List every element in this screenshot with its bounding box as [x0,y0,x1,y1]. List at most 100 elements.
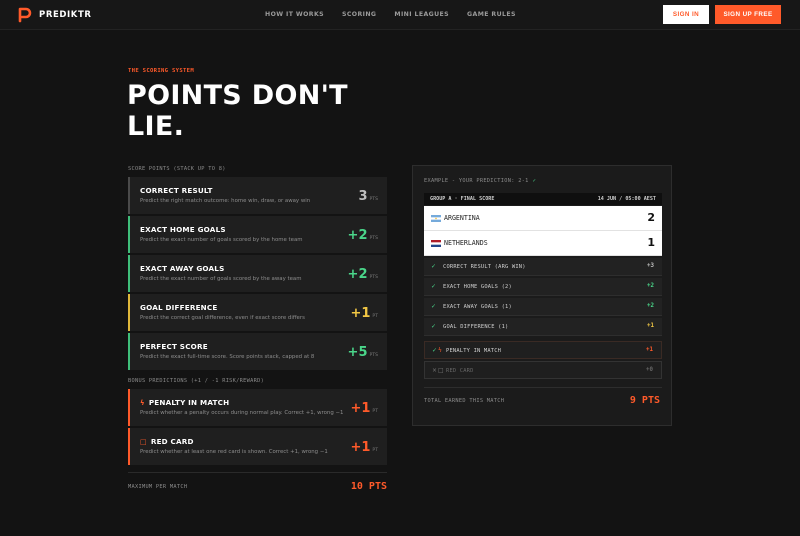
total-earned-label: TOTAL EARNED THIS MATCH [424,398,505,404]
check-icon: ✓ [432,347,438,354]
score-rule-points: +2 PTS [348,267,378,282]
example-label: EXAMPLE - YOUR PREDICTION: 2-1 ✓ [424,178,536,184]
score-rule-points: +5 PTS [348,345,378,360]
score-rule-card: CORRECT RESULT Predict the right match ou… [128,177,387,214]
sign-in-button[interactable]: SIGN IN [663,5,709,24]
points-unit: PTS [369,197,379,202]
points-unit: PT [372,314,378,319]
away-team-name: NETHERLANDS [444,239,488,247]
team-row-away: NETHERLANDS 1 [424,231,662,256]
sign-up-button[interactable]: SIGN UP FREE [715,5,781,24]
points-unit: PT [372,409,378,414]
result-row: ✓ GOAL DIFFERENCE (1) +1 [424,318,662,336]
points-value: +1 [350,306,371,321]
top-nav: PREDIKTR HOW IT WORKS SCORING MINI LEAGU… [0,0,800,30]
lightning-icon: ϟ [438,347,442,354]
logo-icon [18,7,32,23]
team-row-home: ARGENTINA 2 [424,206,662,231]
points-value: +2 [347,228,368,243]
total-earned-value: 9 PTS [629,395,660,406]
bonus-rule-card: ϟ PENALTY IN MATCH Predict whether a penal… [128,389,387,426]
points-value: +2 [347,267,368,282]
max-per-match-value: 10 PTS [350,481,387,492]
example-panel: EXAMPLE - YOUR PREDICTION: 2-1 ✓ GROUP A… [412,165,672,426]
points-unit: PTS [369,236,379,241]
points-unit: PTS [369,275,379,280]
section-eyebrow: THE SCORING SYSTEM [128,68,195,74]
points-unit: PT [372,448,378,453]
bonus-rule-title: □ RED CARD [140,437,194,446]
nav-links: HOW IT WORKS SCORING MINI LEAGUES GAME R… [265,11,516,18]
result-label: CORRECT RESULT (ARG WIN) [443,264,526,270]
points-value: +1 [350,440,371,455]
lightning-icon: ϟ [140,398,145,407]
score-rule-points: +2 PTS [348,228,378,243]
home-team-name: ARGENTINA [444,214,480,222]
bonus-result-points: +0 [646,367,653,373]
away-team-score: 1 [647,236,655,249]
nav-link-mini-leagues[interactable]: MINI LEAGUES [394,11,449,18]
result-points: +2 [647,303,654,309]
netherlands-flag-icon [431,240,441,247]
divider [424,387,662,388]
bonus-result-row: ✓ ϟ PENALTY IN MATCH +1 [424,341,662,359]
result-row: ✓ EXACT HOME GOALS (2) +2 [424,278,662,296]
score-rule-card: EXACT HOME GOALS Predict the exact number… [128,216,387,253]
score-rule-description: Predict the exact full-time score. Score… [140,354,315,360]
score-rule-title: GOAL DIFFERENCE [140,303,218,312]
bonus-rule-title: ϟ PENALTY IN MATCH [140,398,229,407]
match-datetime: 14 JUN / 05:00 AEST [597,196,656,202]
score-rule-card: PERFECT SCORE Predict the exact full-time… [128,333,387,370]
bonus-rule-points: +1 PT [350,401,378,416]
check-icon: ✓ [431,303,437,310]
bonus-result-row: × □ RED CARD +0 [424,361,662,379]
match-group-label: GROUP A · FINAL SCORE [430,196,495,202]
score-rule-description: Predict the exact number of goals scored… [140,276,302,282]
score-rule-card: GOAL DIFFERENCE Predict the correct goal … [128,294,387,331]
points-value: +5 [347,345,368,360]
card-icon: □ [140,437,147,446]
bonus-rule-description: Predict whether a penalty occurs during … [140,410,344,416]
score-rule-title: PERFECT SCORE [140,342,208,351]
score-rule-card: EXACT AWAY GOALS Predict the exact number… [128,255,387,292]
score-rule-points: +1 PT [350,306,378,321]
card-icon: □ [438,367,444,374]
score-section-label: SCORE POINTS (STACK UP TO 8) [128,166,226,172]
max-per-match-label: MAXIMUM PER MATCH [128,484,188,490]
score-rule-points: 3 PTS [358,189,378,204]
result-label: EXACT AWAY GOALS (1) [443,304,512,310]
score-rule-description: Predict the exact number of goals scored… [140,237,303,243]
example-label-text: EXAMPLE - YOUR PREDICTION: 2-1 [424,178,529,184]
result-points: +2 [647,283,654,289]
points-value: +1 [350,401,371,416]
match-header: GROUP A · FINAL SCORE 14 JUN / 05:00 AES… [424,193,662,205]
score-rule-description: Predict the correct goal difference, eve… [140,315,305,321]
logo[interactable]: PREDIKTR [17,6,92,23]
result-label: GOAL DIFFERENCE (1) [443,324,509,330]
result-points: +1 [647,323,654,329]
page-title: POINTS DON'T LIE. [127,80,348,142]
points-value: 3 [358,189,368,204]
bonus-rule-title-text: RED CARD [150,437,194,446]
check-icon: ✓ [532,178,537,184]
bonus-rule-card: □ RED CARD Predict whether at least one re… [128,428,387,465]
score-rule-description: Predict the right match outcome: home wi… [140,198,311,204]
score-rule-title: CORRECT RESULT [140,186,213,195]
nav-link-scoring[interactable]: SCORING [342,11,376,18]
nav-link-how-it-works[interactable]: HOW IT WORKS [265,11,324,18]
result-row: ✓ EXACT AWAY GOALS (1) +2 [424,298,662,316]
bonus-section-label: BONUS PREDICTIONS (+1 / -1 RISK/REWARD) [128,378,265,384]
result-points: +3 [647,263,654,269]
bonus-result-label: PENALTY IN MATCH [446,348,502,354]
bonus-result-points: +1 [646,347,653,353]
bonus-rule-description: Predict whether at least one red card is… [140,449,328,455]
check-icon: ✓ [431,323,437,330]
argentina-flag-icon [431,215,441,222]
home-team-score: 2 [647,211,655,224]
nav-link-game-rules[interactable]: GAME RULES [467,11,516,18]
divider [128,472,387,473]
bonus-result-label: RED CARD [446,368,474,374]
result-label: EXACT HOME GOALS (2) [443,284,512,290]
result-row: ✓ CORRECT RESULT (ARG WIN) +3 [424,258,662,276]
score-rule-title: EXACT HOME GOALS [140,225,226,234]
